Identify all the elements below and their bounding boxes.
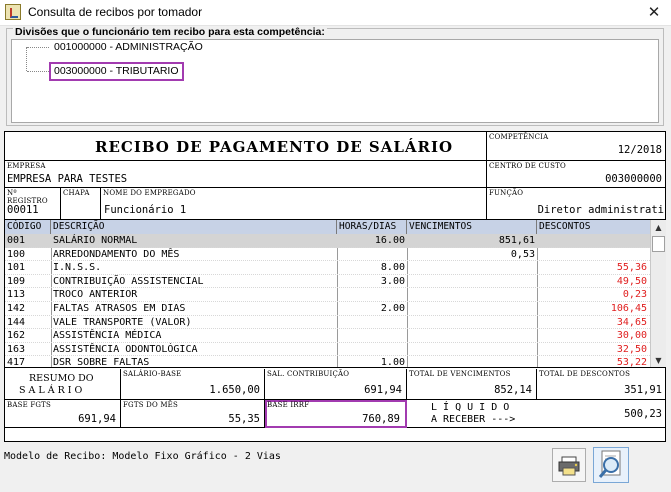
liquido-cell: L Í Q U I D O A RECEBER ---> 500,23 (407, 400, 666, 428)
col-descricao: DESCRIÇÃO (51, 220, 337, 234)
empresa-cell: EMPRESA EMPRESA PARA TESTES (5, 161, 487, 188)
table-row[interactable]: 162 ASSISTÊNCIA MÉDICA 30,00 (5, 329, 650, 343)
receipt-title-cell: RECIBO DE PAGAMENTO DE SALÁRIO (5, 132, 487, 161)
base-irrf-value: 760,89 (362, 413, 400, 425)
col-vencimentos: VENCIMENTOS (407, 220, 537, 234)
base-fgts-label: BASE FGTS (7, 401, 52, 409)
base-irrf-cell: BASE IRRF 760,89 (265, 400, 407, 428)
table-body[interactable]: 001 SALÁRIO NORMAL 16.00 851,61 100 ARRE… (5, 234, 650, 367)
col-codigo: CÓDIGO (5, 220, 51, 234)
total-descontos-value: 351,91 (624, 384, 662, 396)
sal-contribuicao-cell: SAL. CONTRIBUIÇÃO 691,94 (265, 369, 407, 400)
empresa-label: EMPRESA (7, 162, 46, 170)
salario-base-cell: SALÁRIO-BASE 1.650,00 (121, 369, 265, 400)
table-scrollbar[interactable]: ▲ ▼ (650, 220, 666, 367)
centro-custo-cell: CENTRO DE CUSTO 003000000 (487, 161, 666, 188)
table-row[interactable]: 001 SALÁRIO NORMAL 16.00 851,61 (5, 234, 650, 248)
tree-item-administracao[interactable]: 001000000 - ADMINISTRAÇÃO (51, 40, 206, 55)
liquido-line1: L Í Q U I D O (431, 402, 510, 413)
scroll-up-arrow-icon[interactable]: ▲ (651, 220, 666, 235)
base-irrf-label: BASE IRRF (267, 401, 310, 409)
base-fgts-value: 691,94 (78, 413, 116, 425)
empregado-label: NOME DO EMPREGADO (103, 189, 196, 197)
divisions-legend: Divisões que o funcionário tem recibo pa… (13, 26, 327, 38)
registro-cell: Nº REGISTRO 00011 (5, 188, 61, 220)
table-row[interactable]: 142 FALTAS ATRASOS EM DIAS 2.00 106,45 (5, 302, 650, 316)
col-horas-dias: HORAS/DIAS (337, 220, 407, 234)
empregado-value: Funcionário 1 (104, 204, 187, 216)
fgts-mes-cell: FGTS DO MÊS 55,35 (121, 400, 265, 428)
table-row[interactable]: 144 VALE TRANSPORTE (VALOR) 34,65 (5, 316, 650, 330)
competencia-cell: COMPETÊNCIA 12/2018 (487, 132, 666, 161)
base-fgts-cell: BASE FGTS 691,94 (5, 400, 121, 428)
registro-label: Nº REGISTRO (7, 189, 48, 205)
table-row[interactable]: 417 DSR SOBRE FALTAS 1.00 53,22 (5, 356, 650, 367)
resumo-line1: RESUMO DO (29, 373, 94, 384)
col-descontos: DESCONTOS (539, 221, 591, 232)
table-row[interactable]: 100 ARREDONDAMENTO DO MÊS 0,53 (5, 248, 650, 262)
items-table: CÓDIGO DESCRIÇÃO HORAS/DIAS VENCIMENTOS … (5, 220, 666, 368)
resumo-cell: RESUMO DO S A L Á R I O (5, 369, 121, 400)
funcao-value: Diretor administrati (537, 204, 664, 216)
divisions-tree[interactable]: 001000000 - ADMINISTRAÇÃO 003000000 - TR… (11, 39, 659, 123)
scroll-thumb[interactable] (652, 236, 665, 252)
scroll-down-arrow-icon[interactable]: ▼ (651, 353, 666, 367)
salario-base-label: SALÁRIO-BASE (123, 370, 182, 378)
preview-button[interactable] (593, 447, 629, 483)
resumo-line2: S A L Á R I O (19, 385, 83, 396)
fgts-mes-label: FGTS DO MÊS (123, 401, 178, 409)
salario-base-value: 1.650,00 (209, 384, 260, 396)
chapa-cell: CHAPA (61, 188, 101, 220)
payslip: RECIBO DE PAGAMENTO DE SALÁRIO COMPETÊNC… (4, 131, 666, 442)
divisions-group: Divisões que o funcionário tem recibo pa… (6, 26, 664, 126)
tree-item-tributario[interactable]: 003000000 - TRIBUTARIO (49, 62, 184, 81)
funcao-label: FUNÇÃO (489, 189, 524, 197)
window-title: Consulta de recibos por tomador (28, 5, 203, 19)
table-header: CÓDIGO DESCRIÇÃO HORAS/DIAS VENCIMENTOS … (5, 220, 650, 234)
centro-custo-value: 003000000 (605, 173, 662, 185)
fgts-mes-value: 55,35 (228, 413, 260, 425)
magnifier-preview-icon (598, 450, 621, 478)
centro-custo-label: CENTRO DE CUSTO (489, 162, 566, 170)
print-button[interactable] (552, 448, 586, 482)
sal-contribuicao-value: 691,94 (364, 384, 402, 396)
sal-contribuicao-label: SAL. CONTRIBUIÇÃO (267, 370, 350, 378)
total-vencimentos-cell: TOTAL DE VENCIMENTOS 852,14 (407, 369, 537, 400)
total-descontos-label: TOTAL DE DESCONTOS (539, 370, 631, 378)
liquido-line2: A RECEBER ---> (431, 414, 516, 425)
status-text: Modelo de Recibo: Modelo Fixo Gráfico - … (4, 451, 281, 462)
total-vencimentos-value: 852,14 (494, 384, 532, 396)
empregado-cell: NOME DO EMPREGADO Funcionário 1 (101, 188, 487, 220)
app-icon (5, 4, 21, 20)
total-descontos-cell: TOTAL DE DESCONTOS 351,91 (537, 369, 666, 400)
table-row[interactable]: 101 I.N.S.S. 8.00 55,36 (5, 261, 650, 275)
competencia-value: 12/2018 (617, 144, 662, 156)
empresa-value: EMPRESA PARA TESTES (7, 173, 128, 185)
funcao-cell: FUNÇÃO Diretor administrati (487, 188, 666, 220)
table-row[interactable]: 113 TROCO ANTERIOR 0,23 (5, 288, 650, 302)
registro-value: 00011 (7, 204, 39, 216)
competencia-label: COMPETÊNCIA (489, 133, 549, 141)
title-bar: Consulta de recibos por tomador ✕ (0, 0, 671, 26)
printer-icon (558, 456, 580, 476)
receipt-title: RECIBO DE PAGAMENTO DE SALÁRIO (95, 138, 454, 156)
table-row[interactable]: 163 ASSISTÊNCIA ODONTOLÓGICA 32,50 (5, 343, 650, 357)
close-button[interactable]: ✕ (643, 2, 665, 22)
chapa-label: CHAPA (63, 189, 90, 197)
total-vencimentos-label: TOTAL DE VENCIMENTOS (409, 370, 511, 378)
liquido-value: 500,23 (624, 408, 662, 420)
table-row[interactable]: 109 CONTRIBUIÇÃO ASSISTENCIAL 3.00 49,50 (5, 275, 650, 289)
